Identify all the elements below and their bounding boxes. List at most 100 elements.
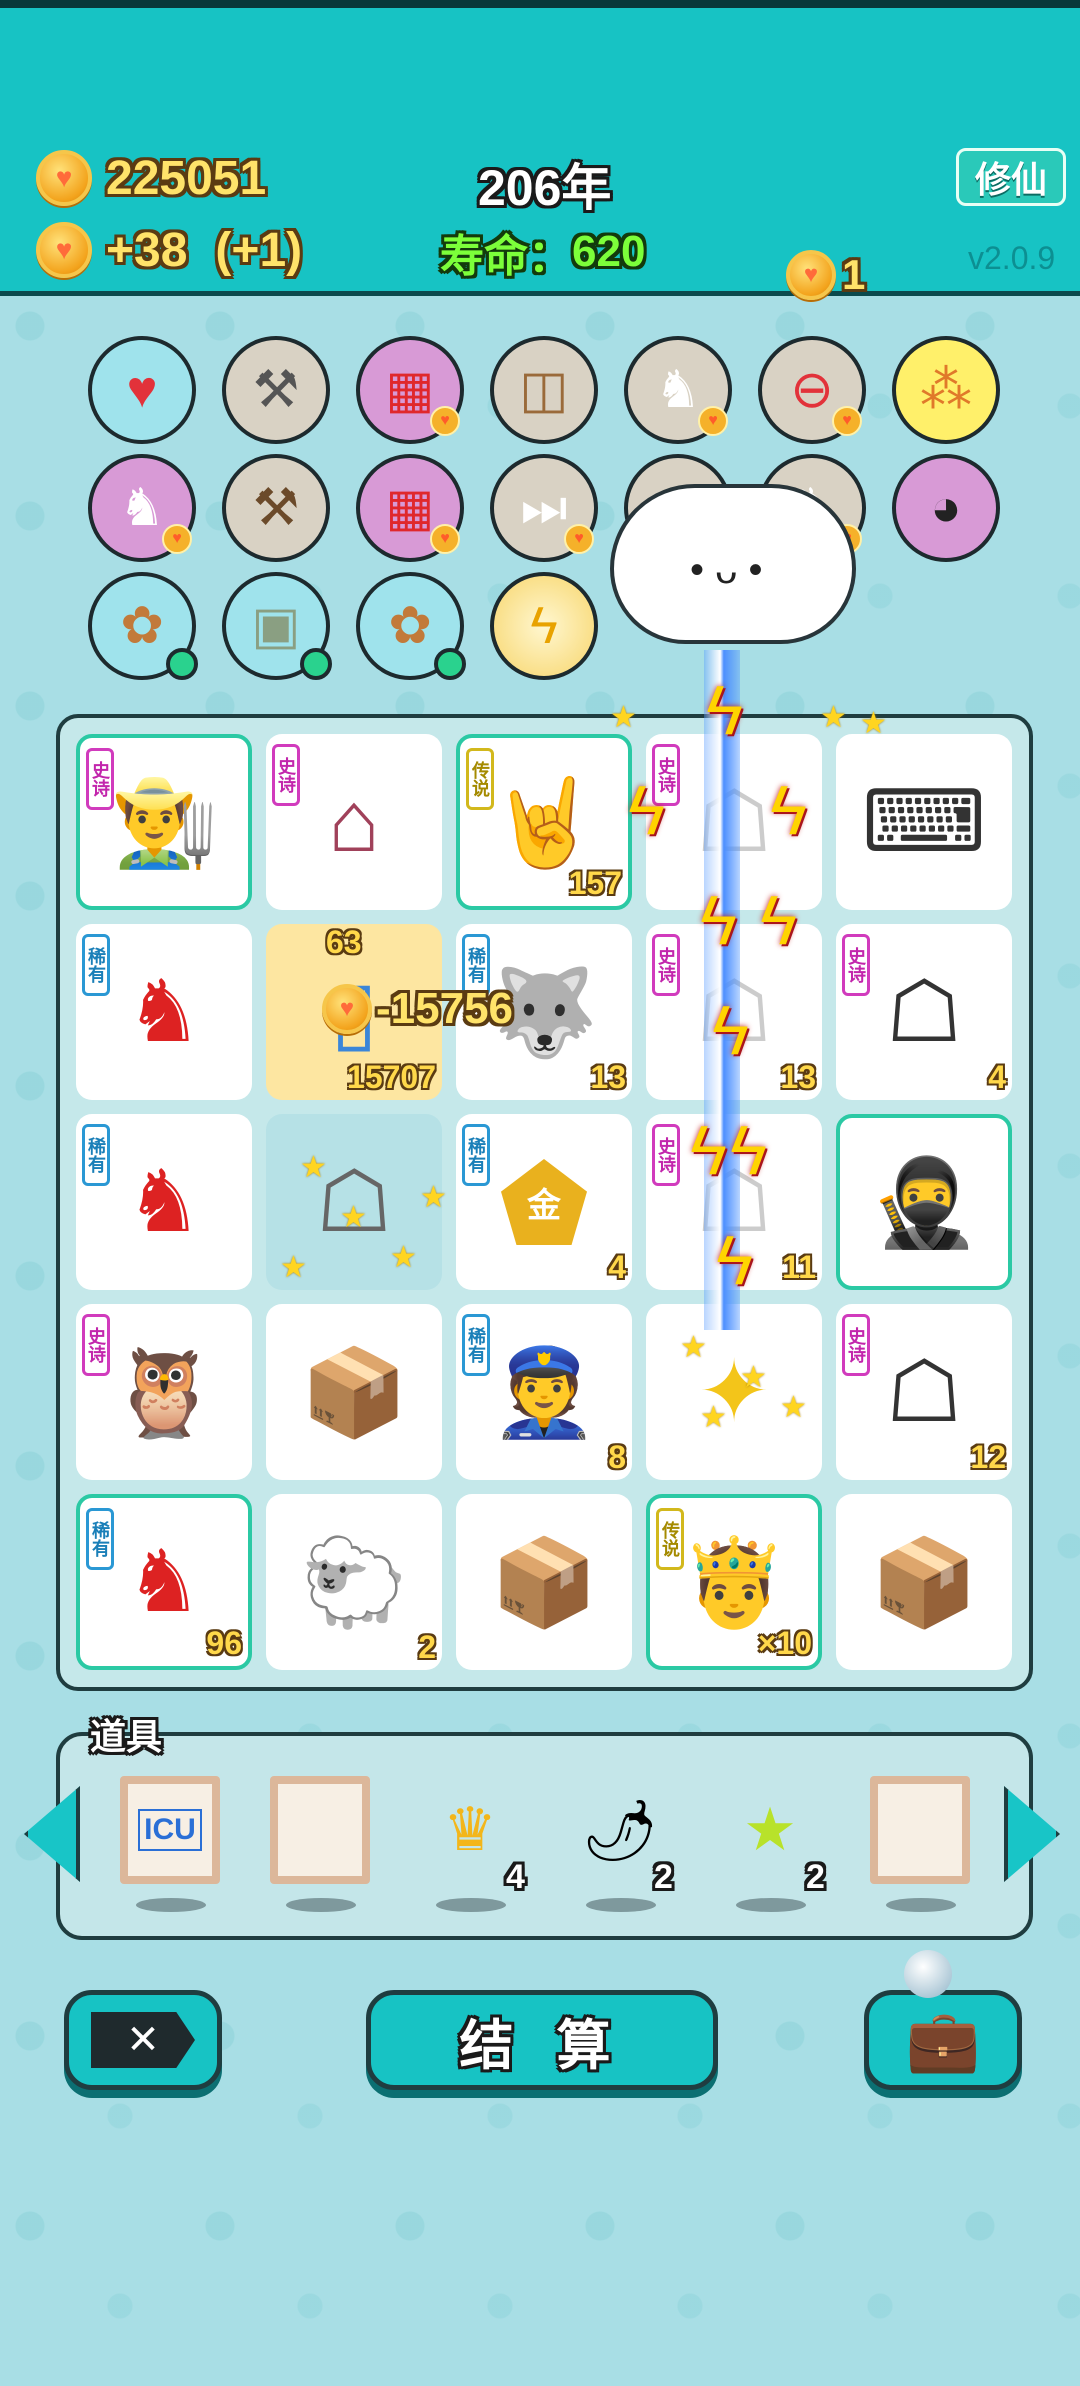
board-cell[interactable]: ⌨ xyxy=(836,734,1012,910)
coin-total: ♥ 225051 xyxy=(36,150,266,206)
item-slot[interactable]: ♛ xyxy=(420,1776,520,1884)
board-cell[interactable]: 史诗 ⌂ xyxy=(266,734,442,910)
box-icon: 📦 xyxy=(300,1344,408,1441)
star-particle: ★ xyxy=(610,701,637,734)
cell-count: 13 xyxy=(590,1059,626,1095)
income-value: +38 xyxy=(106,223,188,277)
lightning-icon[interactable]: ϟ xyxy=(490,572,598,680)
rarity-tag: 稀有 xyxy=(82,934,110,996)
panda-icon[interactable]: ◕ xyxy=(892,454,1000,562)
flower-pot-icon[interactable]: ✿ xyxy=(88,572,198,680)
crown-icon: ♛ xyxy=(443,1796,497,1863)
coin-icon: ♥ xyxy=(786,250,836,300)
item-shadow xyxy=(586,1898,656,1912)
item-shadow xyxy=(886,1898,956,1912)
item-count: 2 xyxy=(806,1858,825,1896)
item-shadow xyxy=(136,1898,206,1912)
rarity-tag: 史诗 xyxy=(652,1124,680,1186)
board-cell[interactable]: 📦 xyxy=(836,1494,1012,1670)
icu-icon: ICU xyxy=(138,1809,202,1851)
bunny-icon[interactable]: ♞♥ xyxy=(624,336,732,444)
fries-icon[interactable]: ▦ ♥ xyxy=(356,454,464,562)
rarity-tag: 传说 xyxy=(656,1508,684,1570)
board-cell[interactable]: 📦 xyxy=(266,1304,442,1480)
cell-count: 12 xyxy=(970,1439,1006,1475)
lightning-bolt-icon: ϟ xyxy=(690,1111,728,1189)
lightning-bolt-icon: ϟ xyxy=(700,881,738,959)
close-button[interactable]: ✕ xyxy=(64,1990,222,2090)
cell-count: 157 xyxy=(568,865,622,901)
close-icon: ✕ xyxy=(91,2012,195,2068)
bunny-house-icon: ⌂ xyxy=(328,773,380,870)
lightning-bolt-icon: ϟ xyxy=(706,671,744,749)
bunny-icon[interactable]: ♞♥ xyxy=(88,454,196,562)
cell-count: 11 xyxy=(782,1249,816,1285)
status-dot xyxy=(166,648,198,680)
star-particle: ★ xyxy=(340,1201,367,1234)
keyboard-icon: ⌨ xyxy=(861,774,987,870)
cloud-face: • ᴗ • xyxy=(690,548,763,592)
cell-count: 15707 xyxy=(347,1059,436,1095)
star-particle: ★ xyxy=(300,1151,327,1184)
board-cell[interactable]: 史诗 ☖ 4 xyxy=(836,924,1012,1100)
cell-count: ×10 xyxy=(757,1625,812,1661)
heart-bag-icon[interactable]: ♥ xyxy=(88,336,196,444)
board-cell[interactable]: 史诗 👨‍🌾 xyxy=(76,734,252,910)
cell-count: 13 xyxy=(780,1059,816,1095)
bunny-icon: ♞ xyxy=(125,1534,203,1630)
board-cell[interactable]: 史诗 🦉 xyxy=(76,1304,252,1480)
minus-icon[interactable]: ⊖ ♥ xyxy=(758,336,866,444)
mini-coin-icon: ♥ xyxy=(430,524,460,554)
board-cell[interactable]: 稀有 👮 8 xyxy=(456,1304,632,1480)
mini-coin-icon: ♥ xyxy=(430,406,460,436)
basketballs-icon[interactable]: ⁂ xyxy=(892,336,1000,444)
xiuxian-button[interactable]: 修仙 xyxy=(956,148,1066,206)
lightning-bolt-icon: ϟ xyxy=(716,1221,754,1299)
star-particle: ★ xyxy=(700,1401,727,1434)
item-count: 2 xyxy=(654,1858,673,1896)
bunny-icon: ♞ xyxy=(125,1154,203,1250)
board-cell[interactable]: 🥷 xyxy=(836,1114,1012,1290)
item-slot[interactable]: ★ xyxy=(720,1776,820,1884)
money-bag-icon[interactable]: ▣ xyxy=(222,572,332,680)
board-cell[interactable]: 传说 🤘 157 xyxy=(456,734,632,910)
board-cell[interactable]: 🐑 2 xyxy=(266,1494,442,1670)
lifespan-label: 寿命： xyxy=(440,232,572,281)
board-cell[interactable]: 史诗 ☖ 12 xyxy=(836,1304,1012,1480)
top-status-bar: ♥ 225051 ♥ +38 (+1) 206年 寿命： 620 修仙 v2.0… xyxy=(0,0,1080,300)
backpack-button[interactable]: 💼 xyxy=(864,1990,1022,2090)
board-cell[interactable]: 传说 🤴 ×10 xyxy=(646,1494,822,1670)
gold-badge-text: 金 xyxy=(527,1186,561,1225)
dog-food-icon[interactable]: ◫ xyxy=(490,336,598,444)
flower-pot-icon[interactable]: ✿ xyxy=(356,572,466,680)
board-cell[interactable]: 稀有 金 4 xyxy=(456,1114,632,1290)
box-icon: 📦 xyxy=(870,1534,978,1631)
fries-icon[interactable]: ▦ ♥ xyxy=(356,336,464,444)
skip-icon[interactable]: ⏭ ♥ xyxy=(490,454,598,562)
star-particle: ★ xyxy=(280,1251,307,1284)
item-slot[interactable] xyxy=(870,1776,970,1884)
version-label: v2.0.9 xyxy=(968,240,1056,276)
star-particle: ★ xyxy=(820,701,847,734)
orb-icon xyxy=(904,1950,952,1998)
board-cell[interactable]: 稀有 ♞ 96 xyxy=(76,1494,252,1670)
item-shadow xyxy=(286,1898,356,1912)
board-cell[interactable]: 📦 xyxy=(456,1494,632,1670)
lightning-bolt-icon: ϟ xyxy=(712,991,750,1069)
board-cell[interactable]: 稀有 ♞ xyxy=(76,1114,252,1290)
rarity-tag: 稀有 xyxy=(462,1314,490,1376)
coin-change-value: -15756 xyxy=(376,984,514,1033)
lifespan-value: 620 xyxy=(572,227,646,276)
rarity-tag: 史诗 xyxy=(82,1314,110,1376)
screwdriver-icon[interactable]: ⚒ xyxy=(222,336,330,444)
settle-button[interactable]: 结 算 xyxy=(366,1990,718,2090)
rarity-tag: 稀有 xyxy=(462,1124,490,1186)
item-slot[interactable] xyxy=(270,1776,370,1884)
cell-count: 8 xyxy=(608,1439,626,1475)
board-cell[interactable]: 稀有 ♞ xyxy=(76,924,252,1100)
lifespan-display: 寿命： 620 xyxy=(440,220,645,284)
rarity-tag: 史诗 xyxy=(652,934,680,996)
item-slot[interactable]: ICU xyxy=(120,1776,220,1884)
hammer-icon[interactable]: ⚒ xyxy=(222,454,330,562)
rarity-tag: 稀有 xyxy=(86,1508,114,1570)
